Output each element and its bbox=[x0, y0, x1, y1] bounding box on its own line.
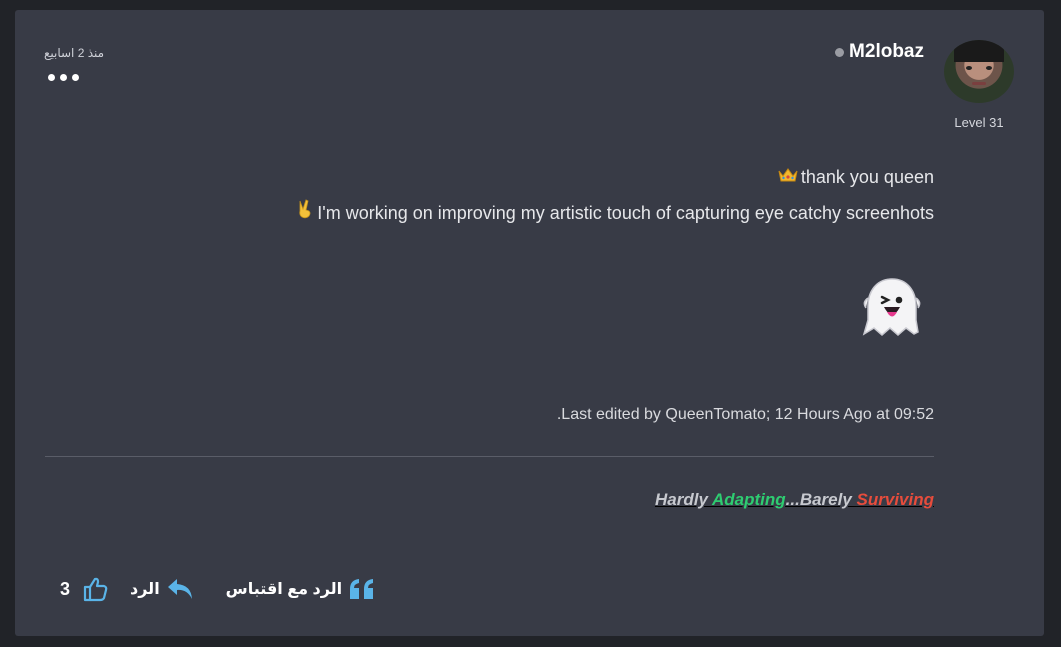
more-options-button[interactable] bbox=[48, 74, 79, 81]
post-text-line-1: thank you queen bbox=[800, 167, 934, 187]
like-count: 3 bbox=[60, 578, 71, 599]
offline-status-icon bbox=[835, 47, 845, 57]
post-actions: 3 الرد الرد مع اقتباس bbox=[60, 576, 376, 602]
signature: Hardly Adapting...Barely Surviving bbox=[655, 490, 934, 510]
dot-icon bbox=[60, 74, 67, 81]
avatar-hair bbox=[954, 40, 1004, 62]
author-username[interactable]: M2lobaz bbox=[849, 41, 924, 63]
avatar-eye bbox=[986, 66, 992, 70]
dot-icon bbox=[72, 74, 79, 81]
last-edited-note: .Last edited by QueenTomato; 12 Hours Ag… bbox=[556, 406, 934, 423]
crown-icon bbox=[778, 167, 798, 188]
post-line-1: thank you queen bbox=[778, 167, 934, 188]
reply-icon bbox=[167, 579, 192, 599]
avatar-mouth bbox=[972, 82, 986, 85]
signature-part-4: Surviving bbox=[856, 490, 934, 509]
post-date: منذ 2 اسابيع bbox=[44, 46, 105, 60]
dot-icon bbox=[48, 74, 55, 81]
reply-button[interactable]: الرد bbox=[130, 577, 194, 601]
avatar-eye bbox=[966, 66, 972, 70]
signature-part-1: Hardly bbox=[654, 490, 712, 509]
ghost-icon bbox=[862, 276, 922, 338]
reply-label: الرد bbox=[130, 581, 160, 598]
avatar[interactable] bbox=[944, 40, 1014, 103]
signature-divider bbox=[45, 456, 934, 457]
post-text-line-2: I'm working on improving my artistic tou… bbox=[317, 203, 934, 223]
quote-reply-button[interactable]: الرد مع اقتباس bbox=[226, 577, 377, 601]
quote-reply-label: الرد مع اقتباس bbox=[225, 581, 343, 598]
like-button[interactable]: 3 bbox=[60, 576, 108, 602]
post-line-2: I'm working on improving my artistic tou… bbox=[296, 199, 934, 224]
author-level: Level 31 bbox=[954, 115, 1004, 130]
quote-icon bbox=[350, 579, 374, 599]
signature-part-3: ...Barely bbox=[785, 490, 857, 509]
victory-hand-icon bbox=[296, 199, 314, 224]
signature-part-2: Adapting bbox=[712, 490, 786, 509]
author-line: M2lobaz bbox=[835, 41, 924, 63]
thumbs-up-icon bbox=[83, 577, 108, 602]
